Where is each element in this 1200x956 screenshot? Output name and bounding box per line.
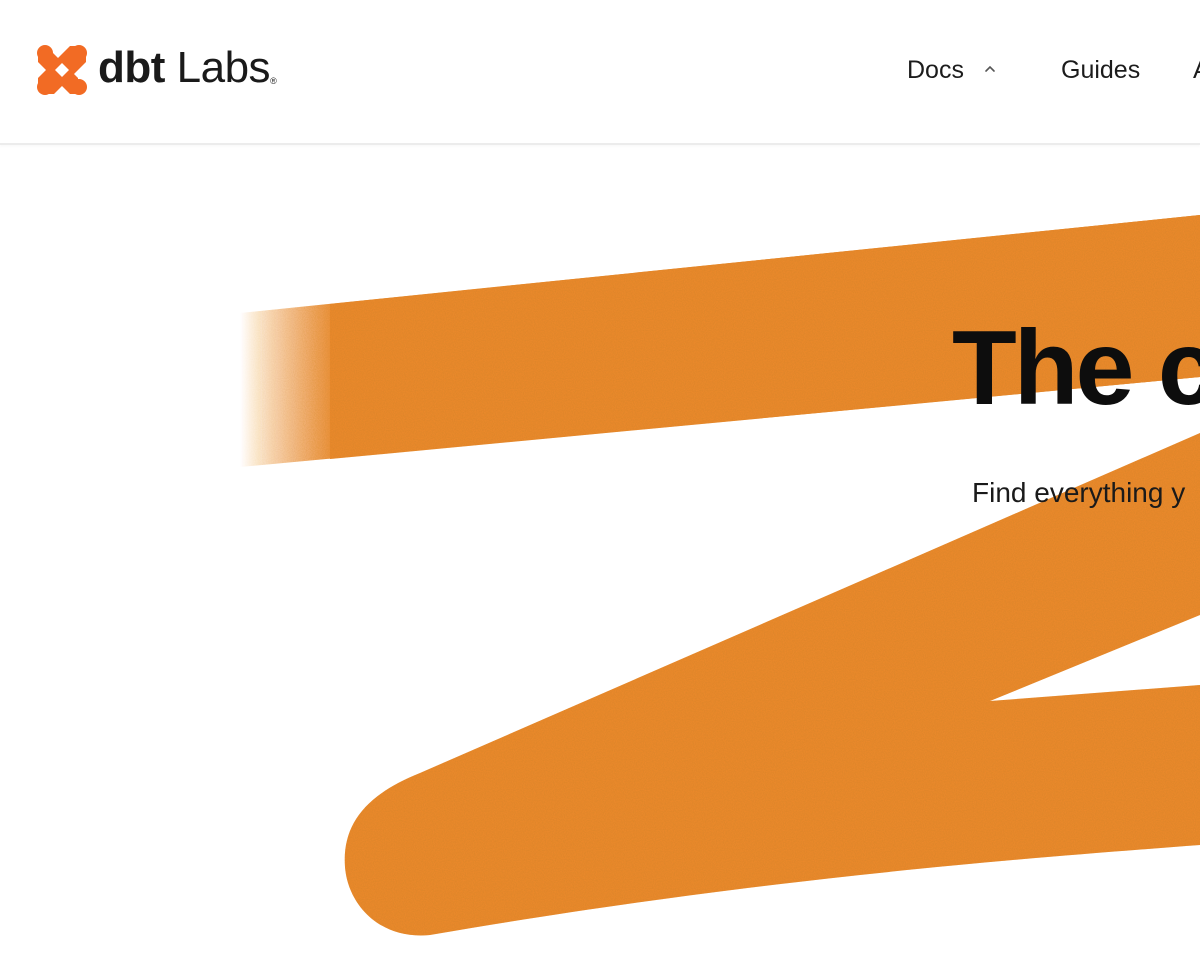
hero-subtitle: Find everything y	[972, 477, 1186, 508]
logo-text-dbt: dbt	[98, 43, 165, 92]
logo-text-labs: Labs	[176, 43, 271, 92]
dbt-logo-icon	[37, 45, 87, 95]
hero-title: The c	[952, 309, 1200, 427]
nav-api[interactable]: A	[1193, 54, 1200, 86]
chevron-up-icon[interactable]	[983, 62, 997, 76]
orange-swoosh-graphic	[240, 215, 1200, 936]
dbt-labs-logo[interactable]: dbt Labs®	[34, 42, 277, 98]
trademark-symbol: ®	[270, 76, 277, 86]
nav-guides[interactable]: Guides	[1061, 54, 1140, 86]
nav-docs[interactable]: Docs	[907, 54, 964, 86]
hero-section: The c Find everything y	[0, 145, 1200, 956]
logo-wordmark: dbt Labs®	[98, 43, 277, 92]
site-header: dbt Labs® Docs Guides A	[0, 0, 1200, 145]
